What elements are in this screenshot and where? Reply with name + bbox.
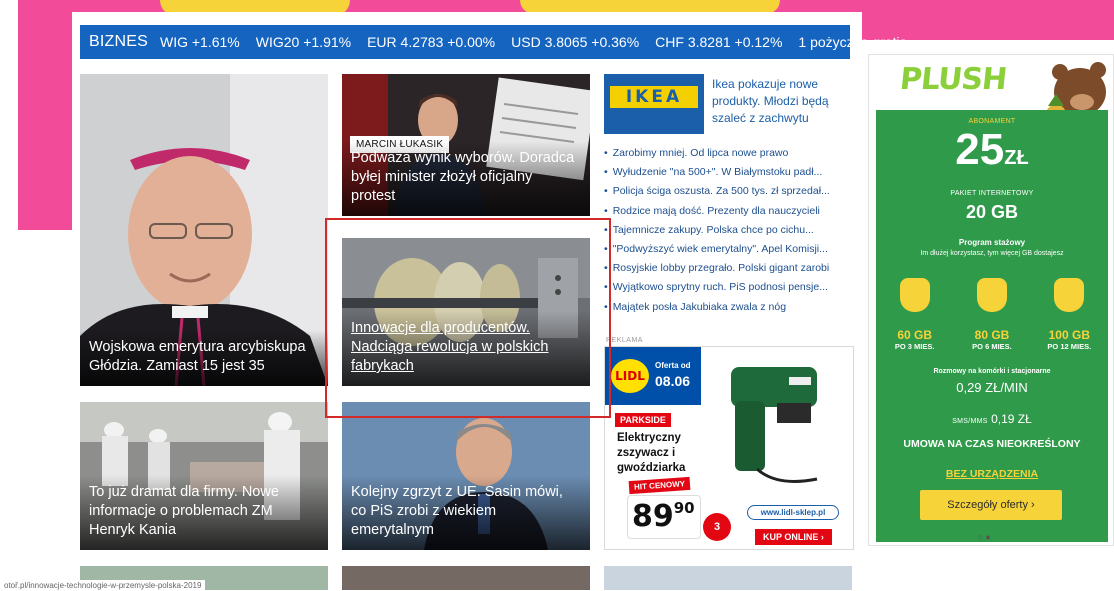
article-tile-sasin[interactable]: Kolejny zgrzyt z UE. Sasin mówi, co PiS … — [342, 402, 590, 550]
calls-label: Rozmowy na komórki i stacjonarne — [933, 368, 1051, 375]
hit-badge: HIT CENOWY — [628, 476, 691, 495]
tier-gb: 100 GB — [1048, 328, 1090, 342]
business-ticker[interactable]: BIZNES WIG +1.61% WIG20 +1.91% EUR 4.278… — [80, 25, 907, 59]
lidl-url[interactable]: www.lidl-sklep.pl — [747, 505, 839, 520]
lidl-offer-date: 08.06 — [655, 373, 691, 389]
article-tile-bottom-2[interactable] — [342, 566, 590, 590]
plush-gb: 20 GB — [965, 202, 1019, 222]
plush-currency: ZŁ — [1004, 147, 1029, 169]
plush-logo: PLUSH — [898, 62, 1008, 97]
news-link[interactable]: Zarobimy mniej. Od lipca nowe prawo — [604, 144, 854, 163]
offer-details-button[interactable]: Szczegóły oferty › — [920, 490, 1062, 520]
gb-tier: 60 GB PO 3 MIES. — [880, 328, 950, 351]
ticker-loan[interactable]: 1 pożyczka gratis — [798, 34, 906, 50]
lidl-logo: LIDL — [611, 359, 649, 393]
price-main: 89 — [632, 499, 674, 534]
gb-bag-icon — [900, 278, 930, 312]
program-sub: Im dłużej korzystasz, tym więcej GB dost… — [920, 250, 1064, 257]
news-link[interactable]: Tajemnicze zakupy. Polska chce po cichu.… — [604, 221, 854, 240]
price-cents: 90 — [673, 499, 695, 517]
highlight-frame — [325, 218, 611, 418]
tier-gb: 80 GB — [974, 328, 1010, 342]
tier-months: PO 12 MIES. — [1047, 342, 1092, 351]
lidl-offer-label: Oferta od — [655, 361, 691, 370]
plush-offer[interactable]: ABONAMENT 25ZŁ PAKIET INTERNETOWY 20 GB … — [876, 110, 1108, 542]
news-link[interactable]: Majątek posła Jakubiaka zwala z nóg — [604, 298, 854, 317]
ticker-usd[interactable]: USD 3.8065 +0.36% — [511, 34, 639, 50]
news-link[interactable]: Policja ściga oszusta. Za 500 tys. zł sp… — [604, 182, 854, 201]
ikea-article-link[interactable]: Ikea pokazuje nowe produkty. Młodzi będą… — [712, 76, 852, 127]
gb-bag-icon — [977, 278, 1007, 312]
ticker-wig20[interactable]: WIG20 +1.91% — [256, 34, 351, 50]
plush-price-value: 25 — [955, 125, 1005, 174]
sms-label: SMS/MMS — [952, 418, 988, 425]
article-title-sasin[interactable]: Kolejny zgrzyt z UE. Sasin mówi, co PiS … — [342, 475, 590, 550]
tier-gb: 60 GB — [897, 328, 932, 342]
stapler-image — [731, 367, 818, 483]
tier-months: PO 3 MIES. — [894, 342, 935, 351]
news-link[interactable]: Wyłudzenie "na 500+". W Białymstoku padł… — [604, 163, 854, 182]
plush-price: 25ZŁ — [876, 126, 1108, 182]
article-tile-bottom-3[interactable] — [604, 566, 852, 590]
lidl-product-name: Elektryczny zszywacz i gwoździarka — [617, 432, 686, 474]
lidl-ad[interactable]: LIDL Oferta od 08.06 PARKSIDE Elektryczn… — [604, 346, 854, 550]
gb-tier: 100 GB PO 12 MIES. — [1034, 328, 1104, 351]
tier-months: PO 6 MIES. — [972, 342, 1012, 351]
gb-bag-icon — [1054, 278, 1084, 312]
ticker-wig[interactable]: WIG +1.61% — [160, 34, 240, 50]
news-link[interactable]: Rosyjskie lobby przegrało. Polski gigant… — [604, 259, 854, 278]
ikea-thumbnail[interactable]: IKEA — [604, 74, 704, 134]
ticker-chf[interactable]: CHF 3.8281 +0.12% — [655, 34, 782, 50]
article-tile-protest[interactable]: MARCIN ŁUKASIK Podważa wynik wyborów. Do… — [342, 74, 590, 216]
calls-price: 0,29 ZŁ/MIN — [956, 380, 1028, 395]
gb-tiers: 60 GB PO 3 MIES. 80 GB PO 6 MIES. 100 GB PO… — [876, 328, 1108, 351]
sms-line: SMS/MMS 0,19 ZŁ — [876, 412, 1108, 426]
ikea-logo: IKEA — [610, 86, 698, 108]
device-link[interactable]: BEZ URZĄDZENIA — [876, 468, 1108, 480]
pakiet-label: PAKIET INTERNETOWY — [950, 190, 1034, 197]
warranty-badge: 3 lata — [703, 513, 731, 541]
gb-tier: 80 GB PO 6 MIES. — [957, 328, 1027, 351]
lidl-price: 8990 — [627, 495, 701, 539]
article-title-meat-plant[interactable]: To już dramat dla firmy. Nowe informacje… — [80, 475, 328, 550]
news-link[interactable]: Rodzice mają dość. Prezenty dla nauczyci… — [604, 202, 854, 221]
ticker-title[interactable]: BIZNES — [89, 33, 148, 51]
news-link[interactable]: "Podwyższyć wiek emerytalny". Apel Komis… — [604, 240, 854, 259]
program-label: Program stażowy — [958, 238, 1026, 247]
parkside-brand: PARKSIDE — [615, 413, 671, 427]
ticker-eur[interactable]: EUR 4.2783 +0.00% — [367, 34, 495, 50]
news-link[interactable]: Wyjątkowo sprytny ruch. PiS podnosi pens… — [604, 278, 854, 297]
article-tile-archbishop[interactable]: Wojskowa emerytura arcybiskupa Głódzia. … — [80, 74, 328, 386]
sms-price: 0,19 ZŁ — [991, 412, 1032, 426]
lidl-header: LIDL Oferta od 08.06 — [605, 347, 701, 405]
article-tile-meat-plant[interactable]: To już dramat dla firmy. Nowe informacje… — [80, 402, 328, 550]
status-bar-url: otoř.pl/innowacje-technologie-w-przemysl… — [0, 580, 206, 591]
article-title-archbishop[interactable]: Wojskowa emerytura arcybiskupa Głódzia. … — [80, 330, 328, 386]
contract-label: UMOWA NA CZAS NIEOKREŚLONY — [903, 438, 1081, 450]
carousel-dots[interactable]: ○● — [978, 532, 993, 542]
news-list: Zarobimy mniej. Od lipca nowe prawo Wyłu… — [604, 144, 854, 317]
abonament-label: ABONAMENT — [968, 118, 1016, 125]
buy-online-button[interactable]: KUP ONLINE › — [755, 529, 832, 545]
article-title-protest[interactable]: Podważa wynik wyborów. Doradca byłej min… — [342, 141, 590, 216]
ad-label: REKLAMA — [606, 337, 643, 344]
